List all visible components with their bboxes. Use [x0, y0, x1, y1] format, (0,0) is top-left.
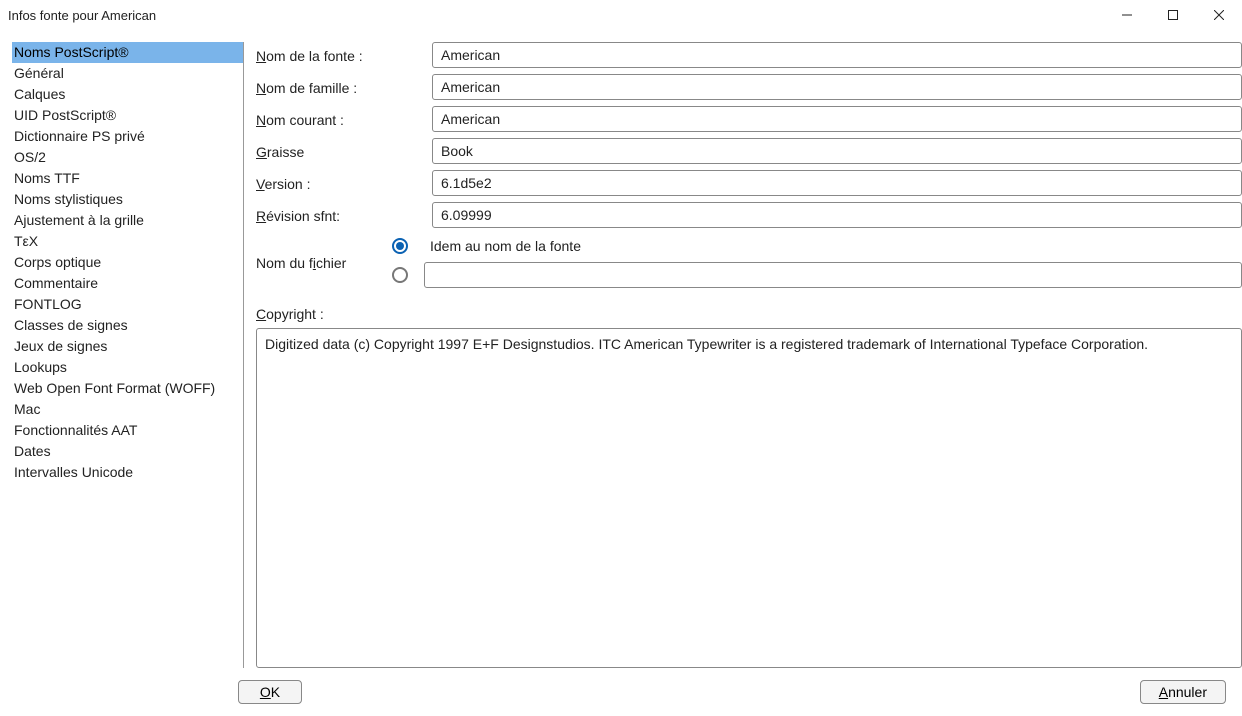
sidebar-item[interactable]: OS/2 — [12, 147, 243, 168]
version-label: Version : — [256, 172, 424, 194]
copyright-textarea[interactable] — [256, 328, 1242, 668]
fontname-label: Nom de la fonte : — [256, 44, 424, 66]
family-input[interactable] — [432, 74, 1242, 100]
titlebar: Infos fonte pour American — [0, 0, 1242, 30]
version-input[interactable] — [432, 170, 1242, 196]
sidebar-item[interactable]: Classes de signes — [12, 315, 243, 336]
fontname-input[interactable] — [432, 42, 1242, 68]
sidebar-item[interactable]: Lookups — [12, 357, 243, 378]
form-grid: Nom de la fonte : Nom de famille : Nom c… — [256, 42, 1242, 228]
sidebar-item[interactable]: FONTLOG — [12, 294, 243, 315]
radio-same-as-fontname-label: Idem au nom de la fonte — [424, 238, 1242, 254]
sidebar-item[interactable]: Noms TTF — [12, 168, 243, 189]
sidebar-item[interactable]: Intervalles Unicode — [12, 462, 243, 483]
radio-custom-filename[interactable] — [376, 267, 424, 283]
sidebar-item[interactable]: Mac — [12, 399, 243, 420]
sidebar-item[interactable]: Général — [12, 63, 243, 84]
sfnt-label: Révision sfnt: — [256, 204, 424, 226]
form-area: Nom de la fonte : Nom de famille : Nom c… — [244, 42, 1242, 668]
sidebar-item[interactable]: Commentaire — [12, 273, 243, 294]
sidebar-item[interactable]: TεX — [12, 231, 243, 252]
sidebar-item[interactable]: Calques — [12, 84, 243, 105]
weight-input[interactable] — [432, 138, 1242, 164]
filename-row: Nom du fichier Idem au nom de la fonte — [256, 238, 1242, 288]
sidebar-item[interactable]: Fonctionnalités AAT — [12, 420, 243, 441]
minimize-button[interactable] — [1104, 0, 1150, 30]
sidebar-item[interactable]: Noms stylistiques — [12, 189, 243, 210]
window-title: Infos fonte pour American — [8, 8, 156, 23]
ok-button[interactable]: OK — [238, 680, 302, 704]
dialog-body: Noms PostScript®GénéralCalquesUID PostSc… — [0, 30, 1242, 668]
fullname-input[interactable] — [432, 106, 1242, 132]
sidebar-item[interactable]: Web Open Font Format (WOFF) — [12, 378, 243, 399]
cancel-button[interactable]: Annuler — [1140, 680, 1226, 704]
sidebar-item[interactable]: Ajustement à la grille — [12, 210, 243, 231]
custom-filename-input[interactable] — [424, 262, 1242, 288]
sidebar-item[interactable]: Jeux de signes — [12, 336, 243, 357]
sidebar-item[interactable]: Dates — [12, 441, 243, 462]
family-label: Nom de famille : — [256, 76, 424, 98]
sidebar: Noms PostScript®GénéralCalquesUID PostSc… — [12, 42, 244, 668]
maximize-button[interactable] — [1150, 0, 1196, 30]
radio-icon — [392, 238, 408, 254]
filename-label: Nom du fichier — [256, 251, 376, 275]
sidebar-item[interactable]: Dictionnaire PS privé — [12, 126, 243, 147]
sidebar-item[interactable]: UID PostScript® — [12, 105, 243, 126]
radio-icon — [392, 267, 408, 283]
sfnt-input[interactable] — [432, 202, 1242, 228]
weight-label: Graisse — [256, 140, 424, 162]
button-row: OK Annuler — [0, 670, 1242, 716]
sidebar-item[interactable]: Noms PostScript® — [12, 42, 243, 63]
fullname-label: Nom courant : — [256, 108, 424, 130]
close-button[interactable] — [1196, 0, 1242, 30]
copyright-label: Copyright : — [256, 302, 1242, 324]
sidebar-item[interactable]: Corps optique — [12, 252, 243, 273]
window-controls — [1104, 0, 1242, 30]
radio-same-as-fontname[interactable] — [376, 238, 424, 254]
